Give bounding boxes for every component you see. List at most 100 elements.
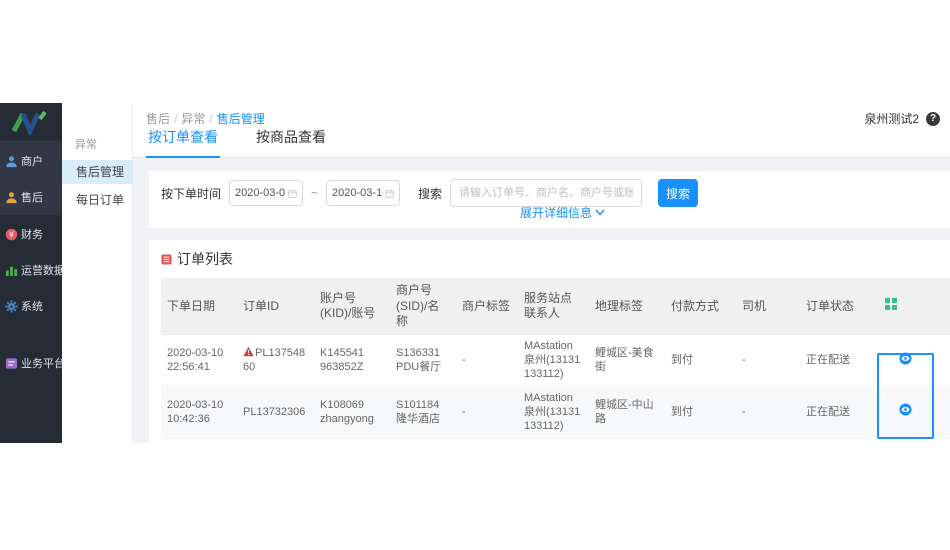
page: 商户 售后 ¥ 财务 运营数据 系统 业务平台 异常 售后管理 每日订单 售后 … <box>0 0 950 550</box>
order-time-filter-label: 按下单时间 <box>161 186 222 201</box>
sidebar-item-label: 售后 <box>21 192 43 204</box>
date-range-separator: ~ <box>311 186 319 200</box>
cell-station-contact: MAstation泉州(13131133112) <box>518 334 589 387</box>
breadcrumb-aftersales[interactable]: 售后 <box>146 112 170 126</box>
cell-sid-name: S136331 PDU餐厅 <box>390 334 456 387</box>
search-button[interactable]: 搜索 <box>658 179 699 207</box>
secondary-sidebar: 异常 售后管理 每日订单 <box>62 103 133 443</box>
finance-yen-icon: ¥ <box>5 228 18 241</box>
aftersales-person-icon <box>5 191 18 204</box>
sidebar-item-label: 业务平台 <box>21 358 65 370</box>
filter-card: 按下单时间 ~ 搜索 搜索 <box>149 171 950 228</box>
orders-table: 下单日期 订单ID 账户号(KID)/账号 商户号(SID)/名称 商户标签 服… <box>161 278 950 443</box>
cell-order-status: 正在配送 <box>800 386 879 439</box>
cell-merchant-tag: - <box>456 438 518 443</box>
cell-payment: 到付 <box>665 334 736 387</box>
breadcrumb-separator: / <box>174 112 178 126</box>
chevron-down-icon <box>595 209 605 216</box>
view-tabs: 按订单查看 按商品查看 <box>146 127 328 158</box>
cell-order-id: PL13732306 <box>237 386 314 439</box>
col-station-contact: 服务站点联系人 <box>518 278 589 335</box>
breadcrumb-exception[interactable]: 异常 <box>181 112 205 126</box>
cell-merchant-tag: - <box>456 386 518 439</box>
breadcrumb-current: 售后管理 <box>216 112 265 126</box>
submenu-item-aftersales-management[interactable]: 售后管理 <box>62 160 133 184</box>
cell-kid-account: K108069 zhangyong <box>314 386 390 439</box>
cell-order-date: 2020-03-10 10:42:36 <box>161 386 237 439</box>
cell-actions <box>879 334 950 387</box>
cell-driver: - <box>736 334 800 387</box>
cell-payment: 到付 <box>665 386 736 439</box>
primary-sidebar: 商户 售后 ¥ 财务 运营数据 系统 业务平台 <box>0 103 65 443</box>
cell-kid-account: K107762852258 <box>314 438 390 443</box>
help-icon[interactable]: ? <box>926 111 940 126</box>
col-order-status: 订单状态 <box>800 278 879 335</box>
breadcrumb: 售后 / 异常 / 售后管理 <box>146 110 265 127</box>
date-to-value[interactable] <box>332 187 383 199</box>
cell-driver: - <box>736 438 800 443</box>
search-filter-label: 搜索 <box>418 186 443 201</box>
main-area: 售后/异常/售后管理 泉州测试2 ? 按订单查看 按商品查看 按下单时间 <box>133 103 950 443</box>
username[interactable]: 泉州测试2 <box>864 110 919 127</box>
list-icon <box>161 254 172 264</box>
cell-sid-name: S101184 隆华酒店 <box>390 386 456 439</box>
table-row: 2020-03-10 22:56:41 PL13754860 K145541 96… <box>161 334 950 387</box>
cell-actions <box>879 386 950 439</box>
admin-app: 商户 售后 ¥ 财务 运营数据 系统 业务平台 异常 售后管理 每日订单 售后 … <box>0 103 950 443</box>
table-row: 2020-03-10 10:42:36 PL13732306 K108069 zh… <box>161 386 950 439</box>
table-header-row: 下单日期 订单ID 账户号(KID)/账号 商户号(SID)/名称 商户标签 服… <box>161 278 950 335</box>
sidebar-item-business-platform[interactable]: 业务平台 <box>0 350 65 376</box>
date-from-value[interactable] <box>235 187 286 199</box>
sidebar-item-label: 财务 <box>21 229 43 241</box>
col-order-id: 订单ID <box>237 278 314 335</box>
cell-kid-account: K145541 963852Z <box>314 334 390 387</box>
calendar-icon[interactable] <box>288 188 297 199</box>
sidebar-item-label: 运营数据 <box>21 265 65 277</box>
bar-chart-icon <box>5 264 18 277</box>
tab-by-product[interactable]: 按商品查看 <box>254 127 328 158</box>
cell-payment: 到付 <box>665 438 736 443</box>
col-driver: 司机 <box>736 278 800 335</box>
sidebar-item-finance[interactable]: ¥ 财务 <box>0 221 62 247</box>
expand-details-link[interactable]: 展开详细信息 <box>520 204 605 221</box>
cell-merchant-tag: - <box>456 334 518 387</box>
col-actions <box>879 278 950 335</box>
user-area: 泉州测试2 ? <box>864 110 940 127</box>
calendar-icon[interactable] <box>385 188 394 199</box>
merchant-person-icon <box>5 155 18 168</box>
cell-geo-tag: 鲤城区-中山路 <box>589 386 665 439</box>
sidebar-item-label: 系统 <box>21 301 43 313</box>
cell-sid-name: S100901建筑学院保 <box>390 438 456 443</box>
sidebar-item-merchant[interactable]: 商户 <box>0 148 62 174</box>
cell-order-status: 正在配送 <box>800 438 879 443</box>
date-from-input[interactable] <box>229 180 304 206</box>
content-area: 按下单时间 ~ 搜索 搜索 <box>133 158 950 443</box>
cell-geo-tag: 鲤城区-美食街 <box>589 334 665 387</box>
breadcrumb-separator: / <box>209 112 213 126</box>
col-sid-name: 商户号(SID)/名称 <box>390 278 456 335</box>
order-list-title-text: 订单列表 <box>177 251 233 267</box>
warning-triangle-icon <box>243 346 254 357</box>
view-order-eye-icon[interactable] <box>899 352 912 365</box>
col-merchant-tag: 商户标签 <box>456 278 518 335</box>
logo-mark-icon <box>11 110 47 135</box>
tab-by-order[interactable]: 按订单查看 <box>146 127 220 158</box>
view-order-eye-icon[interactable] <box>899 403 912 417</box>
topbar: 售后 / 异常 / 售后管理 泉州测试2 ? 按订单查看 按商品查看 <box>133 103 950 158</box>
svg-text:¥: ¥ <box>9 230 14 239</box>
platform-icon <box>5 357 18 370</box>
sidebar-item-system[interactable]: 系统 <box>0 293 62 319</box>
order-list-title: 订单列表 <box>161 249 950 269</box>
column-settings-grid-icon[interactable] <box>885 298 897 311</box>
col-payment: 付款方式 <box>665 278 736 335</box>
search-input[interactable] <box>450 179 643 207</box>
date-to-input[interactable] <box>326 180 401 206</box>
col-geo-tag: 地理标签 <box>589 278 665 335</box>
sidebar-item-operations-data[interactable]: 运营数据 <box>0 257 65 283</box>
cell-order-status: 正在配送 <box>800 334 879 387</box>
sidebar-item-aftersales[interactable]: 售后 <box>0 184 62 210</box>
cell-station-contact: MAstation泉州(13131133112) <box>518 438 589 443</box>
cell-order-id: PL13646991 <box>237 438 314 443</box>
order-list-card: 订单列表 下单日期 订单ID 账户号(KID)/账号 商户号(SID)/名称 商… <box>149 240 950 443</box>
submenu-item-daily-orders[interactable]: 每日订单 <box>62 188 133 212</box>
